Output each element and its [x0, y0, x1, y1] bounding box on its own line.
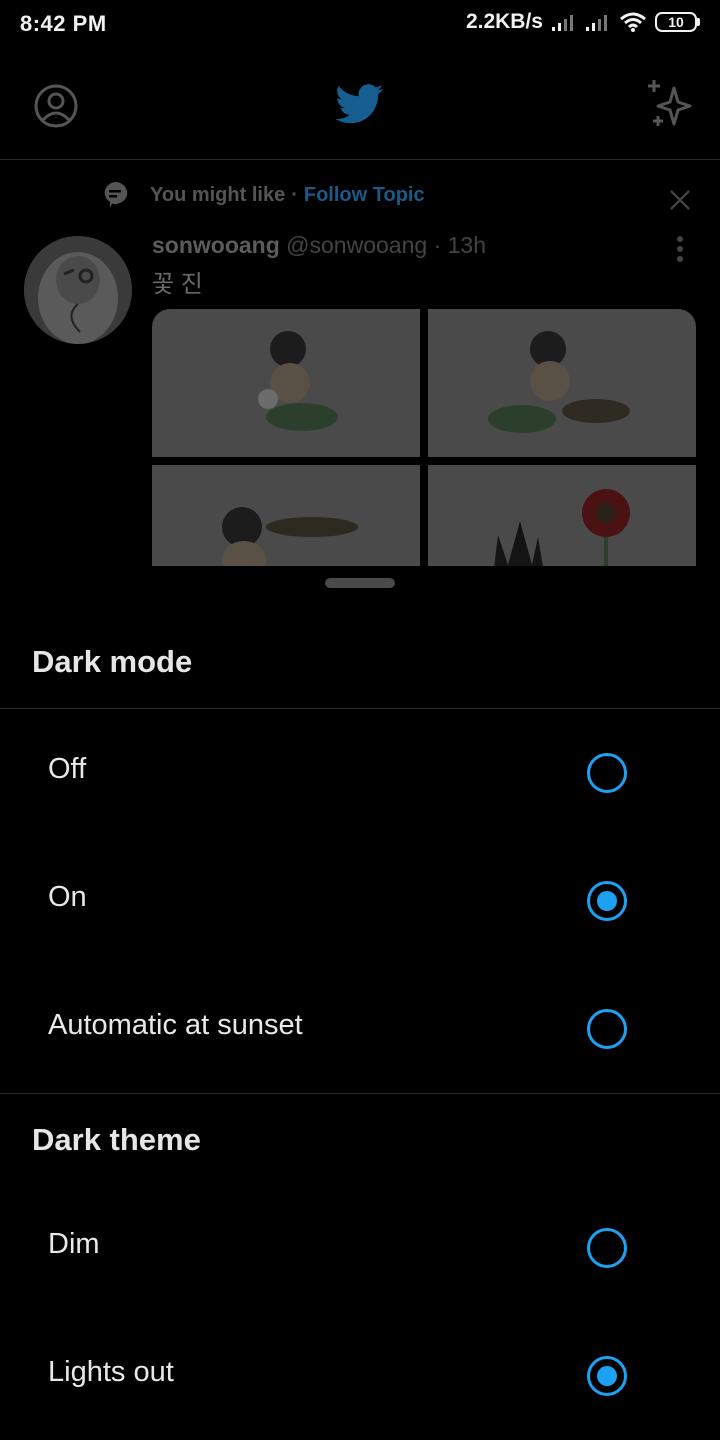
wifi-icon — [620, 12, 646, 32]
topic-suggestion: You might like · Follow Topic — [100, 180, 425, 210]
dismiss-button[interactable] — [666, 186, 694, 214]
profile-icon — [34, 84, 78, 128]
option-lights-out[interactable]: Lights out — [0, 1312, 720, 1440]
option-label: Automatic at sunset — [48, 1009, 303, 1041]
avatar[interactable] — [24, 236, 132, 344]
separator: · — [433, 232, 442, 258]
suggestion-label: You might like — [150, 183, 286, 206]
profile-button[interactable] — [30, 80, 82, 132]
option-label: Dim — [48, 1228, 100, 1260]
radio-dim[interactable] — [587, 1228, 627, 1268]
dark-mode-sheet: Dark mode Off On Automatic at sunset Dar… — [0, 566, 720, 1440]
media-image[interactable] — [152, 465, 420, 566]
sparkle-button[interactable] — [642, 76, 698, 132]
tweet-time: 13h — [447, 232, 486, 258]
close-icon — [670, 190, 690, 210]
tweet-text: 꽃 진 — [152, 271, 203, 298]
dark-theme-title: Dark theme — [32, 1122, 201, 1157]
display-name[interactable]: sonwooang — [152, 232, 280, 258]
network-speed: 2.2KB/s — [465, 10, 543, 33]
option-on[interactable]: On — [0, 837, 720, 965]
radio-automatic-at-sunset[interactable] — [587, 1009, 627, 1049]
option-off[interactable]: Off — [0, 709, 720, 837]
topic-icon — [104, 181, 128, 208]
battery-level: 10 — [655, 12, 697, 32]
status-bar: 8:42 PM 2.2KB/s 10 — [0, 0, 720, 48]
more-vertical-icon — [677, 236, 683, 262]
media-image[interactable] — [428, 465, 696, 566]
signal-icon — [586, 15, 607, 31]
twitter-logo-icon — [330, 78, 390, 130]
home-timeline: You might like · Follow Topic sonwooang … — [0, 48, 720, 648]
option-label: On — [48, 881, 87, 913]
tweet-header: sonwooang @sonwooang · 13h — [152, 232, 486, 259]
media-image[interactable] — [428, 309, 696, 457]
dark-mode-title: Dark mode — [32, 644, 193, 679]
divider — [0, 1093, 720, 1094]
tweet-media-grid — [152, 309, 696, 566]
battery-icon: 10 — [655, 12, 700, 32]
radio-lights-out[interactable] — [587, 1356, 627, 1396]
option-label: Off — [48, 753, 87, 785]
media-image[interactable] — [152, 309, 420, 457]
follow-topic-link[interactable]: Follow Topic — [304, 184, 425, 207]
more-options-button[interactable] — [668, 234, 692, 264]
signal-icon — [552, 15, 573, 31]
separator: · — [291, 183, 298, 206]
user-handle: @sonwooang — [286, 232, 428, 258]
status-icons: 2.2KB/s 10 — [466, 10, 700, 34]
sparkle-icon — [648, 80, 692, 126]
option-automatic-at-sunset[interactable]: Automatic at sunset — [0, 965, 720, 1093]
radio-off[interactable] — [587, 753, 627, 793]
option-label: Lights out — [48, 1356, 174, 1388]
option-dim[interactable]: Dim — [0, 1184, 720, 1312]
radio-on[interactable] — [587, 881, 627, 921]
status-time: 8:42 PM — [20, 11, 107, 36]
sheet-drag-handle[interactable] — [325, 578, 395, 588]
top-app-bar — [0, 48, 720, 160]
